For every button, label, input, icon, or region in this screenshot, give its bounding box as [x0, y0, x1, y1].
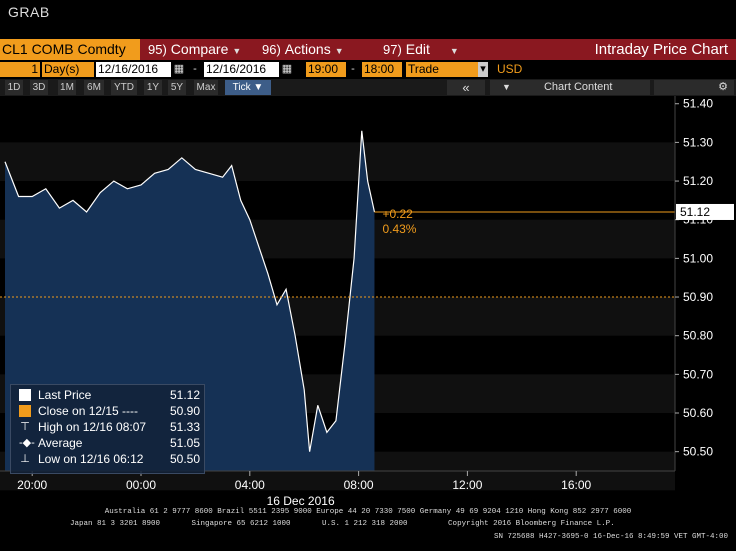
- calendar-icon[interactable]: ▦: [172, 62, 186, 77]
- edit-button[interactable]: 97) Edit ▼: [383, 39, 459, 60]
- screen-title: GRAB: [8, 4, 50, 20]
- last-price-axis-label: 51.12: [680, 205, 710, 219]
- range-3d[interactable]: 3D: [30, 80, 48, 95]
- edit-num: 97): [383, 42, 402, 57]
- gear-icon[interactable]: ⚙: [654, 80, 734, 95]
- square-icon: [19, 405, 31, 417]
- function-toolbar: CL1 COMB Comdty 95) Compare ▼ 96) Actions ▼ …: [0, 39, 736, 60]
- footer-serial: SN 725688 H427-3695-0 16-Dec-16 8:49:59 …: [493, 533, 728, 541]
- chevron-down-icon[interactable]: ▾: [478, 62, 488, 77]
- range-1m[interactable]: 1M: [58, 80, 76, 95]
- compare-num: 95): [148, 42, 167, 57]
- period-count-input[interactable]: 1: [0, 62, 40, 77]
- y-tick-label: 50.90: [683, 290, 713, 304]
- range-1y[interactable]: 1Y: [144, 80, 162, 95]
- calendar-icon[interactable]: ▦: [280, 62, 294, 77]
- x-tick-label: 12:00: [452, 478, 482, 492]
- y-axis: 51.4051.3051.2051.1051.0050.9050.8050.70…: [675, 97, 734, 459]
- range-5y[interactable]: 5Y: [168, 80, 186, 95]
- range-ytd[interactable]: YTD: [111, 80, 137, 95]
- average-marker-icon: -◆-: [19, 437, 35, 449]
- range-6m[interactable]: 6M: [84, 80, 104, 95]
- legend-low[interactable]: ⊥ Low on 12/16 06:12 50.50: [11, 451, 204, 467]
- chart-content-label: Chart Content: [543, 81, 613, 93]
- change-label: +0.22: [382, 207, 413, 221]
- legend-value: 50.90: [169, 404, 200, 418]
- chevron-down-icon: ▼: [232, 46, 242, 56]
- legend-value: 51.12: [169, 388, 200, 402]
- legend-label: Average: [38, 436, 83, 450]
- legend-value: 50.50: [169, 452, 200, 466]
- ticker-field[interactable]: CL1 COMB Comdty: [0, 39, 140, 60]
- high-marker-icon: ⊤: [20, 421, 30, 433]
- x-tick-label: 20:00: [17, 478, 47, 492]
- legend-close[interactable]: Close on 12/15 ---- 50.90: [11, 403, 204, 419]
- compare-button[interactable]: 95) Compare ▼: [148, 39, 241, 60]
- y-tick-label: 51.40: [683, 97, 713, 111]
- legend-label: Low on 12/16 06:12: [38, 452, 144, 466]
- chevron-down-icon: ▼: [502, 82, 511, 92]
- date-label: 16 Dec 2016: [267, 494, 335, 508]
- end-time-input[interactable]: 18:00: [362, 62, 402, 77]
- grid-band: [0, 142, 675, 182]
- low-marker-icon: ⊥: [20, 453, 30, 465]
- y-tick-label: 51.30: [683, 135, 713, 149]
- square-icon: [19, 389, 31, 401]
- y-tick-label: 50.50: [683, 445, 713, 459]
- start-date-input[interactable]: 12/16/2016: [96, 62, 171, 77]
- dash-separator: -: [351, 63, 355, 75]
- legend-average[interactable]: -◆- Average 51.05: [11, 435, 204, 451]
- compare-label: Compare: [170, 41, 229, 57]
- change-pct-label: 0.43%: [382, 222, 416, 236]
- x-tick-label: 16:00: [561, 478, 591, 492]
- actions-num: 96): [262, 42, 281, 57]
- x-tick-label: 00:00: [126, 478, 156, 492]
- chart-legend: Last Price 51.12 Close on 12/15 ---- 50.…: [10, 384, 205, 474]
- y-tick-label: 50.70: [683, 367, 713, 381]
- range-tick[interactable]: Tick ▼: [225, 80, 271, 95]
- actions-button[interactable]: 96) Actions ▼: [262, 39, 344, 60]
- start-time-input[interactable]: 19:00: [306, 62, 346, 77]
- y-tick-label: 51.00: [683, 251, 713, 265]
- legend-label: Last Price: [38, 388, 92, 402]
- footer-copyright: Japan 81 3 3201 8900 Singapore 65 6212 1…: [70, 520, 615, 528]
- actions-label: Actions: [284, 41, 331, 57]
- chart-content-button[interactable]: ▼ Chart Content: [490, 80, 650, 95]
- dash-separator: -: [193, 63, 197, 75]
- window-title: Intraday Price Chart: [594, 41, 728, 58]
- range-max[interactable]: Max: [194, 80, 218, 95]
- y-tick-label: 51.20: [683, 174, 713, 188]
- legend-label: High on 12/16 08:07: [38, 420, 147, 434]
- end-date-input[interactable]: 12/16/2016: [204, 62, 279, 77]
- edit-label: Edit: [405, 41, 430, 57]
- chevron-down-icon: ▼: [334, 46, 344, 56]
- y-tick-label: 50.60: [683, 406, 713, 420]
- period-unit-select[interactable]: Day(s): [42, 62, 94, 77]
- market-select[interactable]: Trade: [406, 62, 478, 77]
- y-tick-label: 50.80: [683, 329, 713, 343]
- parameter-bar: 1 Day(s) 12/16/2016 ▦ - 12/16/2016 ▦ 19:…: [0, 61, 736, 78]
- chevron-down-icon: ▼: [449, 46, 459, 56]
- footer-contacts: Australia 61 2 9777 8600 Brazil 5511 239…: [104, 508, 632, 516]
- legend-label: Close on 12/15 ----: [38, 404, 139, 418]
- range-1d[interactable]: 1D: [5, 80, 23, 95]
- legend-value: 51.05: [169, 436, 200, 450]
- currency-label[interactable]: USD: [497, 62, 522, 77]
- range-bar: 1D 3D 1M 6M YTD 1Y 5Y Max Tick ▼ « ▼ Cha…: [0, 79, 736, 96]
- legend-value: 51.33: [169, 420, 200, 434]
- legend-high[interactable]: ⊤ High on 12/16 08:07 51.33: [11, 419, 204, 435]
- x-tick-label: 04:00: [235, 478, 265, 492]
- x-tick-label: 08:00: [344, 478, 374, 492]
- legend-last-price[interactable]: Last Price 51.12: [11, 387, 204, 403]
- collapse-icon[interactable]: «: [447, 80, 485, 95]
